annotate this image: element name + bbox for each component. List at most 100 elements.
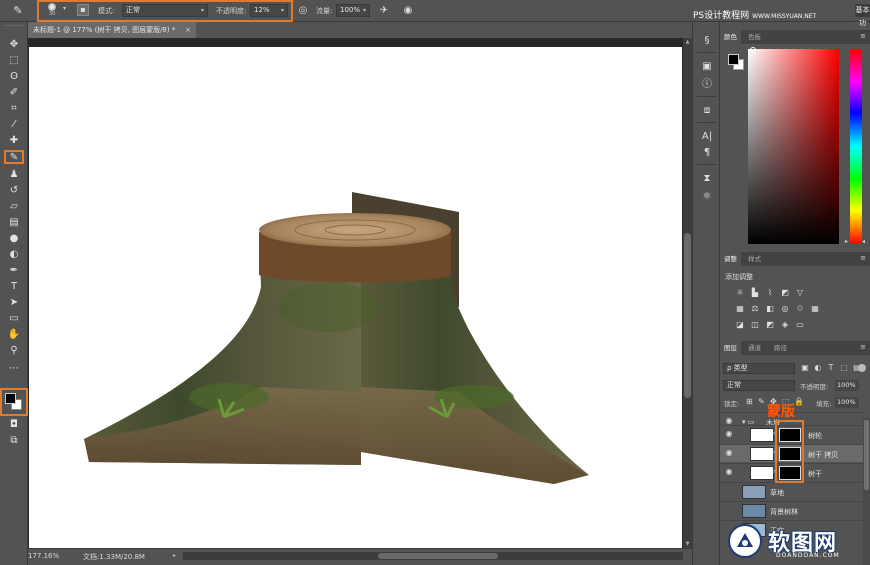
quick-mask-icon[interactable]: ◘ bbox=[4, 418, 24, 432]
horizontal-scroll-thumb[interactable] bbox=[378, 553, 498, 559]
gradient-map-icon[interactable]: ▭ bbox=[794, 319, 806, 331]
zoom-level[interactable]: 177.16% bbox=[28, 552, 59, 560]
eraser-tool-icon[interactable]: ▱ bbox=[4, 200, 24, 214]
pressure-size-icon[interactable]: ◉ bbox=[401, 4, 415, 18]
3d-icon[interactable]: ⧗ bbox=[699, 172, 715, 186]
brush-tool-icon[interactable]: ✎ bbox=[4, 150, 24, 164]
lock-pixels-icon[interactable]: ✎ bbox=[758, 397, 765, 406]
tab-adjustments[interactable]: 调整 bbox=[720, 252, 741, 266]
rectangle-tool-icon[interactable]: ▭ bbox=[4, 312, 24, 326]
document-tab[interactable]: 未标题-1 @ 177% (树干 拷贝, 图层蒙版/8) * × bbox=[28, 22, 196, 38]
adjustment-filter-icon[interactable]: ◐ bbox=[813, 362, 823, 374]
airbrush-icon[interactable]: ✈ bbox=[377, 4, 391, 18]
dodge-tool-icon[interactable]: ◐ bbox=[4, 248, 24, 262]
screen-mode-icon[interactable]: ⧉ bbox=[4, 434, 24, 448]
lock-transparent-icon[interactable]: ⊞ bbox=[746, 397, 753, 406]
levels-icon[interactable]: ▙ bbox=[749, 287, 761, 299]
photo-filter-icon[interactable]: ◎ bbox=[779, 303, 791, 315]
eye-icon[interactable]: ◉ bbox=[724, 467, 734, 477]
close-icon[interactable]: × bbox=[185, 22, 191, 38]
pen-tool-icon[interactable]: ✒ bbox=[4, 264, 24, 278]
mode-select[interactable]: 正常 ▾ bbox=[122, 4, 208, 17]
tab-paths[interactable]: 路径 bbox=[770, 341, 791, 355]
blend-mode-select[interactable]: 正常 bbox=[723, 380, 795, 391]
color-field[interactable] bbox=[748, 47, 839, 244]
scroll-down-icon[interactable]: ▼ bbox=[683, 540, 692, 548]
layer-row[interactable]: 草地 bbox=[720, 482, 863, 500]
brush-settings-icon[interactable]: ▣ bbox=[699, 60, 715, 74]
clone-stamp-tool-icon[interactable]: ♟ bbox=[4, 168, 24, 182]
canvas[interactable] bbox=[29, 47, 682, 548]
zoom-tool-icon[interactable]: ⚲ bbox=[4, 344, 24, 358]
foreground-color-swatch[interactable] bbox=[5, 393, 16, 404]
shape-filter-icon[interactable]: ⬚ bbox=[839, 362, 849, 374]
pressure-opacity-icon[interactable]: ◎ bbox=[296, 4, 310, 18]
type-filter-icon[interactable]: T bbox=[826, 362, 836, 374]
color-picker-handle[interactable] bbox=[750, 47, 756, 53]
workspace-button[interactable]: 基本功 bbox=[855, 4, 870, 27]
quick-selection-tool-icon[interactable]: ✐ bbox=[4, 86, 24, 100]
move-tool-icon[interactable]: ✥ bbox=[4, 38, 24, 52]
black-white-icon[interactable]: ◧ bbox=[764, 303, 776, 315]
lasso-tool-icon[interactable]: ʘ bbox=[4, 70, 24, 84]
crop-tool-icon[interactable]: ⌗ bbox=[4, 102, 24, 116]
eyedropper-tool-icon[interactable]: ⁄ bbox=[4, 118, 24, 132]
layers-scroll-thumb[interactable] bbox=[864, 420, 869, 490]
color-balance-icon[interactable]: ⚖ bbox=[749, 303, 761, 315]
hue-saturation-icon[interactable]: ▦ bbox=[734, 303, 746, 315]
brush-panel-toggle-icon[interactable]: ▪ bbox=[77, 4, 89, 16]
fill-input[interactable]: 100% bbox=[835, 397, 859, 408]
posterize-icon[interactable]: ◫ bbox=[749, 319, 761, 331]
vertical-scrollbar[interactable]: ▲ ▼ bbox=[683, 38, 692, 548]
clone-source-icon[interactable]: ⧈ bbox=[699, 104, 715, 118]
scroll-up-icon[interactable]: ▲ bbox=[683, 38, 692, 46]
type-tool-icon[interactable]: T bbox=[4, 280, 24, 294]
color-lookup-icon[interactable]: ▦ bbox=[809, 303, 821, 315]
tab-swatches[interactable]: 色板 bbox=[744, 30, 765, 44]
opacity-input[interactable]: 12% ▾ bbox=[250, 4, 288, 17]
filter-toggle[interactable] bbox=[858, 364, 866, 372]
properties-icon[interactable]: ⚛ bbox=[699, 190, 715, 204]
color-swatches[interactable] bbox=[0, 388, 28, 416]
hue-slider[interactable] bbox=[850, 49, 862, 244]
foreground-color-swatch[interactable] bbox=[728, 54, 739, 65]
gradient-tool-icon[interactable]: ▤ bbox=[4, 216, 24, 230]
character-icon[interactable]: A| bbox=[699, 130, 715, 144]
layer-row[interactable]: 背景树林 bbox=[720, 501, 863, 519]
tab-layers[interactable]: 图层 bbox=[720, 341, 741, 355]
selective-color-icon[interactable]: ◈ bbox=[779, 319, 791, 331]
tab-channels[interactable]: 通道 bbox=[744, 341, 765, 355]
paragraph-icon[interactable]: ¶ bbox=[699, 146, 715, 160]
hand-tool-icon[interactable]: ✋ bbox=[4, 328, 24, 342]
marquee-tool-icon[interactable]: ⬚ bbox=[4, 54, 24, 68]
status-menu-icon[interactable]: ▸ bbox=[173, 552, 176, 559]
brush-tool-icon[interactable]: ✎ bbox=[10, 3, 26, 19]
info-icon[interactable]: ⓘ bbox=[699, 78, 715, 92]
eye-icon[interactable] bbox=[724, 486, 734, 496]
panel-menu-icon[interactable]: ≡ bbox=[860, 343, 866, 351]
blur-tool-icon[interactable]: ● bbox=[4, 232, 24, 246]
exposure-icon[interactable]: ◩ bbox=[779, 287, 791, 299]
history-icon[interactable]: § bbox=[699, 34, 715, 48]
hue-slider-arrow-icon[interactable]: ▸ bbox=[845, 238, 848, 245]
tab-color[interactable]: 颜色 bbox=[720, 30, 741, 44]
flow-input[interactable]: 100% ▾ bbox=[336, 4, 370, 17]
eye-icon[interactable]: ◉ bbox=[724, 448, 734, 458]
more-tools-icon[interactable]: ⋯ bbox=[4, 362, 24, 376]
horizontal-scrollbar[interactable] bbox=[183, 552, 683, 560]
channel-mixer-icon[interactable]: ♲ bbox=[794, 303, 806, 315]
hue-slider-arrow-icon[interactable]: ◂ bbox=[862, 238, 865, 245]
healing-brush-tool-icon[interactable]: ✚ bbox=[4, 134, 24, 148]
history-brush-tool-icon[interactable]: ↺ bbox=[4, 184, 24, 198]
layer-opacity-input[interactable]: 100% bbox=[835, 380, 859, 391]
vertical-scroll-thumb[interactable] bbox=[684, 233, 691, 398]
eye-icon[interactable] bbox=[724, 505, 734, 515]
vibrance-icon[interactable]: ▽ bbox=[794, 287, 806, 299]
panel-menu-icon[interactable]: ≡ bbox=[860, 254, 866, 262]
path-selection-tool-icon[interactable]: ➤ bbox=[4, 296, 24, 310]
pixel-filter-icon[interactable]: ▣ bbox=[800, 362, 810, 374]
curves-icon[interactable]: ⌇ bbox=[764, 287, 776, 299]
tab-styles[interactable]: 样式 bbox=[744, 252, 765, 266]
layer-filter-select[interactable]: ρ 类型 bbox=[723, 363, 795, 374]
threshold-icon[interactable]: ◩ bbox=[764, 319, 776, 331]
